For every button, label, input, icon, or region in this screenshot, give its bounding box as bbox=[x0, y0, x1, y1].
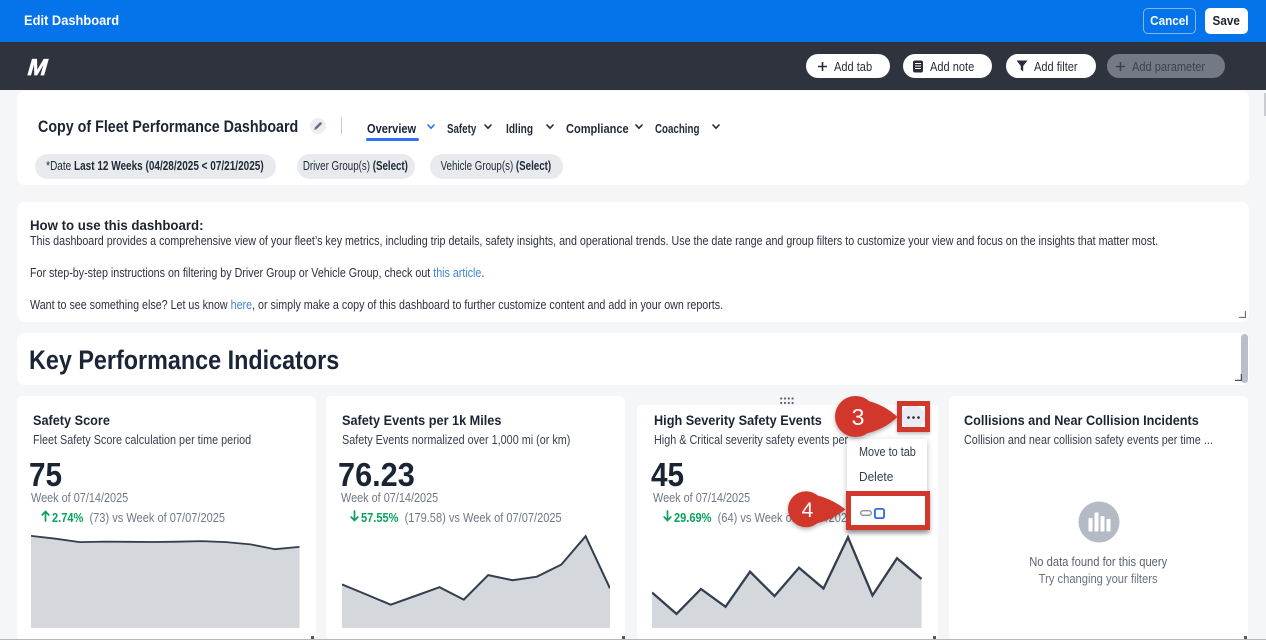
svg-text:3: 3 bbox=[852, 404, 865, 430]
svg-text:4: 4 bbox=[802, 499, 814, 522]
